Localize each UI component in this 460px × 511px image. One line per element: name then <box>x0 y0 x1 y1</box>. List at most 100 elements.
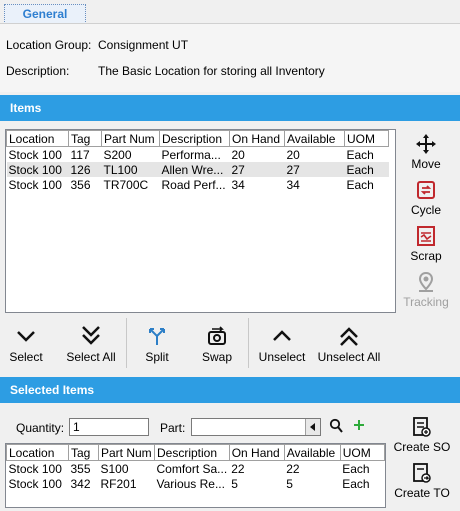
double-chevron-up-icon <box>314 322 384 350</box>
table-cell: Allen Wre... <box>159 162 230 177</box>
items-section-header: Items <box>0 95 460 121</box>
column-header[interactable]: Part Num <box>101 130 160 147</box>
unselect-all-label: Unselect All <box>317 350 381 364</box>
create-to-button[interactable]: Create TO <box>390 460 454 500</box>
table-cell: 34 <box>286 177 300 192</box>
table-cell: 342 <box>70 476 91 491</box>
table-row[interactable]: Stock 100 356 TR700C Road Perf... 34 34 Each <box>7 177 389 192</box>
location-group-label: Location Group: <box>6 38 92 52</box>
table-cell: Performa... <box>161 147 221 162</box>
column-header[interactable]: Location <box>6 130 69 147</box>
column-header[interactable]: Tag <box>68 130 102 147</box>
table-cell: 356 <box>70 177 91 192</box>
chevron-down-icon <box>4 322 48 350</box>
tracking-label: Tracking <box>403 295 449 309</box>
toolbar-separator <box>126 318 127 368</box>
table-cell: Stock 100 <box>8 476 62 491</box>
column-header[interactable]: On Hand <box>229 130 285 147</box>
add-icon[interactable] <box>352 418 366 435</box>
column-header[interactable]: Available <box>284 130 345 147</box>
tracking-button: Tracking <box>398 269 454 309</box>
table-cell: Stock 100 <box>6 162 69 177</box>
part-input[interactable] <box>192 419 304 435</box>
double-chevron-down-icon <box>62 322 120 350</box>
move-label: Move <box>411 157 441 171</box>
table-cell: 5 <box>231 476 238 491</box>
table-cell: Each <box>344 162 389 177</box>
column-header[interactable]: Description <box>154 444 230 461</box>
column-header[interactable]: Location <box>6 444 69 461</box>
column-header[interactable]: Description <box>159 130 230 147</box>
table-cell: S200 <box>103 147 132 162</box>
table-cell: Comfort Sa... <box>156 461 228 476</box>
chevron-up-icon <box>254 322 310 350</box>
table-cell: 27 <box>284 162 345 177</box>
table-cell: 355 <box>70 461 91 476</box>
toolbar-separator <box>248 318 249 368</box>
swap-label: Swap <box>201 350 233 364</box>
column-header[interactable]: Tag <box>68 444 99 461</box>
location-info-panel <box>0 24 460 92</box>
table-row[interactable]: Stock 100 126 TL100 Allen Wre... 27 27 Each <box>6 162 389 177</box>
location-group-value: Consignment UT <box>98 38 189 52</box>
table-cell: 117 <box>70 147 90 162</box>
swap-button[interactable]: Swap <box>196 322 238 364</box>
create-so-icon <box>390 414 454 440</box>
table-cell: Each <box>346 147 374 162</box>
table-cell: Stock 100 <box>8 177 62 192</box>
column-header[interactable]: UOM <box>339 444 385 461</box>
create-to-icon <box>390 460 454 486</box>
select-all-label: Select All <box>66 350 116 364</box>
table-cell: Various Re... <box>156 476 225 491</box>
create-so-label: Create SO <box>393 440 451 454</box>
selected-items-table[interactable]: Location Tag Part Num Description On Hand Ava… <box>5 443 386 508</box>
move-icon <box>398 131 454 157</box>
cycle-icon <box>398 177 454 203</box>
table-cell: Stock 100 <box>8 461 62 476</box>
column-header[interactable]: Part Num <box>98 444 155 461</box>
table-cell: Road Perf... <box>161 177 226 192</box>
unselect-button[interactable]: Unselect <box>254 322 310 364</box>
search-icon[interactable] <box>329 418 343 437</box>
table-cell: 34 <box>231 177 245 192</box>
scrap-label: Scrap <box>410 249 442 263</box>
description-value: The Basic Location for storing all Inven… <box>98 64 325 78</box>
description-label: Description: <box>6 64 70 78</box>
move-button[interactable]: Move <box>398 131 454 171</box>
selected-items-section-header: Selected Items <box>0 377 460 403</box>
tab-general[interactable]: General <box>4 4 86 24</box>
part-combobox[interactable] <box>191 418 321 436</box>
unselect-label: Unselect <box>258 350 306 364</box>
create-so-button[interactable]: Create SO <box>390 414 454 454</box>
table-cell: TL100 <box>101 162 160 177</box>
split-icon <box>136 322 178 350</box>
table-cell: S100 <box>100 461 129 476</box>
select-all-button[interactable]: Select All <box>62 322 120 364</box>
table-cell: 20 <box>231 147 245 162</box>
table-cell: RF201 <box>100 476 137 491</box>
scrap-icon <box>398 223 454 249</box>
cycle-label: Cycle <box>410 203 441 217</box>
scrap-button[interactable]: Scrap <box>398 223 454 263</box>
quantity-input[interactable] <box>69 418 149 436</box>
table-cell: 27 <box>229 162 285 177</box>
table-row[interactable]: Stock 100 342 RF201 Various Re... 5 5 Each <box>7 476 385 491</box>
column-header[interactable]: Available <box>283 444 341 461</box>
table-row[interactable]: Stock 100 117 S200 Performa... 20 20 Each <box>7 147 389 163</box>
unselect-all-button[interactable]: Unselect All <box>314 322 384 364</box>
table-cell: Each <box>346 177 374 192</box>
table-cell: Each <box>342 476 370 491</box>
quantity-label: Quantity: <box>16 421 65 435</box>
column-header[interactable]: On Hand <box>228 444 285 461</box>
table-cell: 22 <box>231 461 245 476</box>
split-button[interactable]: Split <box>136 322 178 364</box>
items-table[interactable]: Location Tag Part Num Description On Hand Ava… <box>5 129 396 313</box>
table-cell: 22 <box>286 461 300 476</box>
column-header[interactable]: UOM <box>344 130 389 147</box>
select-button[interactable]: Select <box>4 322 48 364</box>
dropdown-arrow-icon[interactable] <box>305 419 320 435</box>
swap-icon <box>196 322 238 350</box>
cycle-button[interactable]: Cycle <box>398 177 454 217</box>
table-cell: TR700C <box>103 177 149 192</box>
table-row[interactable]: Stock 100 355 S100 Comfort Sa... 22 22 Each <box>7 461 385 477</box>
